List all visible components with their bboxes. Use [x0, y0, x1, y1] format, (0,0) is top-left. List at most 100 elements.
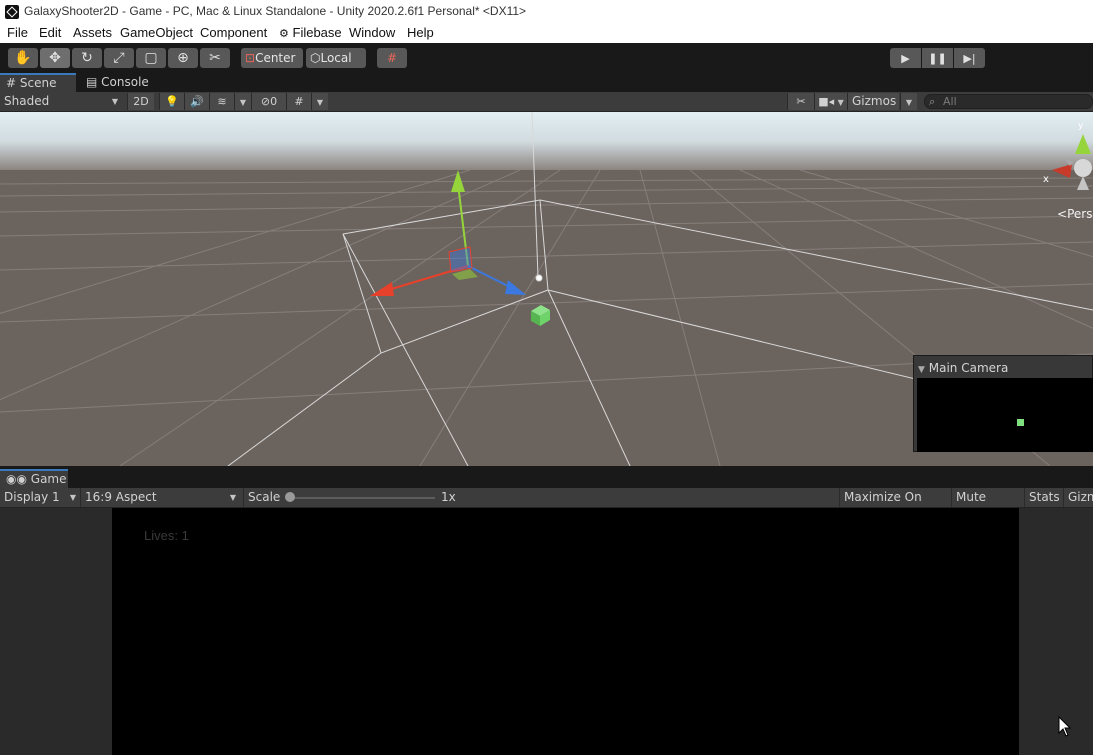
chevron-down-icon: ▼ — [239, 98, 247, 107]
local-label: Local — [320, 51, 352, 65]
skybox — [0, 112, 1093, 170]
game-viewport[interactable]: Lives: 1 — [0, 508, 1093, 755]
grid-toggle-button[interactable]: # — [286, 93, 311, 110]
unity-logo-icon — [5, 5, 19, 19]
shading-mode-label: Shaded — [4, 94, 50, 108]
mouse-cursor-icon — [1058, 716, 1072, 737]
gizmos-dropdown[interactable]: Gizmos — [847, 93, 899, 110]
display-dropdown[interactable]: Display 1 ▼ — [4, 488, 78, 507]
step-icon: ▶| — [963, 51, 976, 65]
camera-icon: ■◂ — [818, 95, 835, 108]
move-tool-button[interactable]: ✥ — [40, 48, 70, 68]
camera-preview-cube — [1017, 419, 1024, 426]
rotate-icon: ↻ — [81, 50, 93, 66]
transform-tool-button[interactable]: ⊕ — [168, 48, 198, 68]
filebase-icon: ⚙ — [279, 28, 289, 40]
lighting-toggle-button[interactable]: 💡 — [159, 93, 184, 110]
rotate-tool-button[interactable]: ↻ — [72, 48, 102, 68]
rect-tool-button[interactable]: ▢ — [136, 48, 166, 68]
scale-tool-button[interactable]: ⤢ — [104, 48, 134, 68]
tab-scene-label: Scene — [19, 76, 57, 90]
menu-bar: File Edit Assets GameObject Component ⚙ … — [0, 24, 1093, 43]
pivot-local-button[interactable]: ⬡Local — [306, 48, 366, 68]
tools-icon: ✂ — [796, 95, 806, 108]
grid-dropdown[interactable]: ▼ — [311, 93, 328, 110]
pivot-center-button[interactable]: ⊡Center — [241, 48, 303, 68]
search-placeholder: All — [943, 95, 957, 108]
hidden-objects-toggle[interactable]: ⊘0 — [251, 93, 286, 110]
transform-icon: ⊕ — [177, 50, 189, 66]
scale-slider-track[interactable] — [290, 497, 435, 499]
title-bar: GalaxyShooter2D - Game - PC, Mac & Linux… — [0, 0, 1093, 24]
search-icon: ⌕ — [929, 95, 936, 108]
menu-edit[interactable]: Edit — [39, 25, 61, 40]
grid-icon: # — [6, 76, 17, 90]
pause-icon: ❚❚ — [928, 51, 947, 65]
step-button[interactable]: ▶| — [954, 48, 985, 68]
scene-tools-button[interactable]: ✂ — [787, 93, 814, 110]
grid-icon: # — [294, 95, 304, 108]
gizmos-dropdown-arrow[interactable]: ▼ — [900, 93, 917, 110]
menu-component[interactable]: Component — [200, 25, 267, 40]
lightbulb-icon: 💡 — [165, 95, 179, 108]
2d-toggle-button[interactable]: 2D — [127, 93, 154, 110]
tab-console-label: Console — [101, 75, 149, 89]
chevron-down-icon: ▼ — [905, 98, 913, 107]
game-toolbar: Display 1 ▼ 16:9 Aspect ▼ Scale 1x Maxim… — [0, 488, 1093, 523]
hidden-count: 0 — [270, 95, 278, 108]
tab-console[interactable]: ▤ Console — [80, 73, 160, 92]
effects-toggle-button[interactable]: ≋ — [209, 93, 234, 110]
scale-slider-thumb[interactable] — [285, 492, 295, 502]
mute-audio-toggle[interactable]: Mute Audio — [951, 488, 1023, 523]
menu-filebase[interactable]: ⚙ Filebase — [279, 25, 342, 40]
hand-icon: ✋ — [14, 50, 32, 66]
camera-preview-panel[interactable]: ▼ Main Camera — [913, 355, 1093, 452]
aspect-label: 16:9 Aspect — [85, 490, 157, 504]
tab-scene[interactable]: # Scene — [0, 73, 76, 92]
hand-tool-button[interactable]: ✋ — [8, 48, 38, 68]
lives-counter: Lives: 1 — [144, 528, 189, 543]
audio-toggle-button[interactable]: 🔊 — [184, 93, 209, 110]
camera-preview-header[interactable]: ▼ Main Camera — [914, 361, 1008, 377]
layers-icon: ≋ — [217, 95, 227, 108]
shading-mode-dropdown[interactable]: Shaded ▼ — [4, 92, 122, 111]
custom-tool-button[interactable]: ✂ — [200, 48, 230, 68]
game-render: Lives: 1 — [112, 508, 1019, 755]
menu-help[interactable]: Help — [407, 25, 434, 40]
scale-value: 1x — [441, 490, 456, 504]
chevron-left-icon: < — [1057, 207, 1067, 221]
camera-preview-screen — [917, 378, 1093, 452]
gamepad-icon: ◉◉ — [6, 472, 27, 486]
center-label: Center — [255, 51, 296, 65]
hierarchy-search-input[interactable]: ⌕ All — [924, 94, 1093, 109]
center-icon: ⊡ — [245, 51, 256, 65]
menu-file[interactable]: File — [7, 25, 28, 40]
grid-snap-button[interactable]: # — [377, 48, 407, 68]
chevron-down-icon: ▼ — [229, 493, 236, 502]
menu-assets[interactable]: Assets — [73, 25, 112, 40]
game-tab-bar: ◉◉ Game — [0, 469, 1093, 488]
display-label: Display 1 — [4, 490, 60, 504]
triangle-down-icon: ▼ — [918, 365, 925, 375]
scene-toolbar: Shaded ▼ 2D 💡 🔊 ≋ ▼ ⊘0 # ▼ ✂ ■◂ ▼ Gizmos… — [0, 92, 1093, 112]
main-toolbar: ✋ ✥ ↻ ⤢ ▢ ⊕ ✂ ⊡Center ⬡Local # ▶ ❚❚ ▶| — [0, 43, 1093, 73]
aspect-dropdown[interactable]: 16:9 Aspect ▼ — [80, 488, 240, 507]
menu-filebase-label: Filebase — [292, 25, 342, 40]
local-icon: ⬡ — [310, 51, 321, 65]
camera-settings-button[interactable]: ■◂ ▼ — [814, 93, 847, 110]
play-button[interactable]: ▶ — [890, 48, 921, 68]
rect-icon: ▢ — [144, 50, 158, 66]
pause-button[interactable]: ❚❚ — [922, 48, 953, 68]
stats-toggle[interactable]: Stats — [1024, 488, 1062, 507]
projection-label[interactable]: <Persp — [1057, 207, 1093, 221]
maximize-on-play-toggle[interactable]: Maximize On Play — [839, 488, 948, 523]
game-gizmos-toggle[interactable]: Gizmos — [1063, 488, 1093, 507]
axis-y-label: y — [1078, 121, 1084, 131]
menu-gameobject[interactable]: GameObject — [120, 25, 193, 40]
tab-game[interactable]: ◉◉ Game — [0, 469, 68, 488]
tab-game-label: Game — [30, 472, 67, 486]
console-icon: ▤ — [86, 75, 98, 89]
axis-x-label: x — [1043, 174, 1049, 185]
menu-window[interactable]: Window — [349, 25, 395, 40]
effects-dropdown[interactable]: ▼ — [234, 93, 251, 110]
